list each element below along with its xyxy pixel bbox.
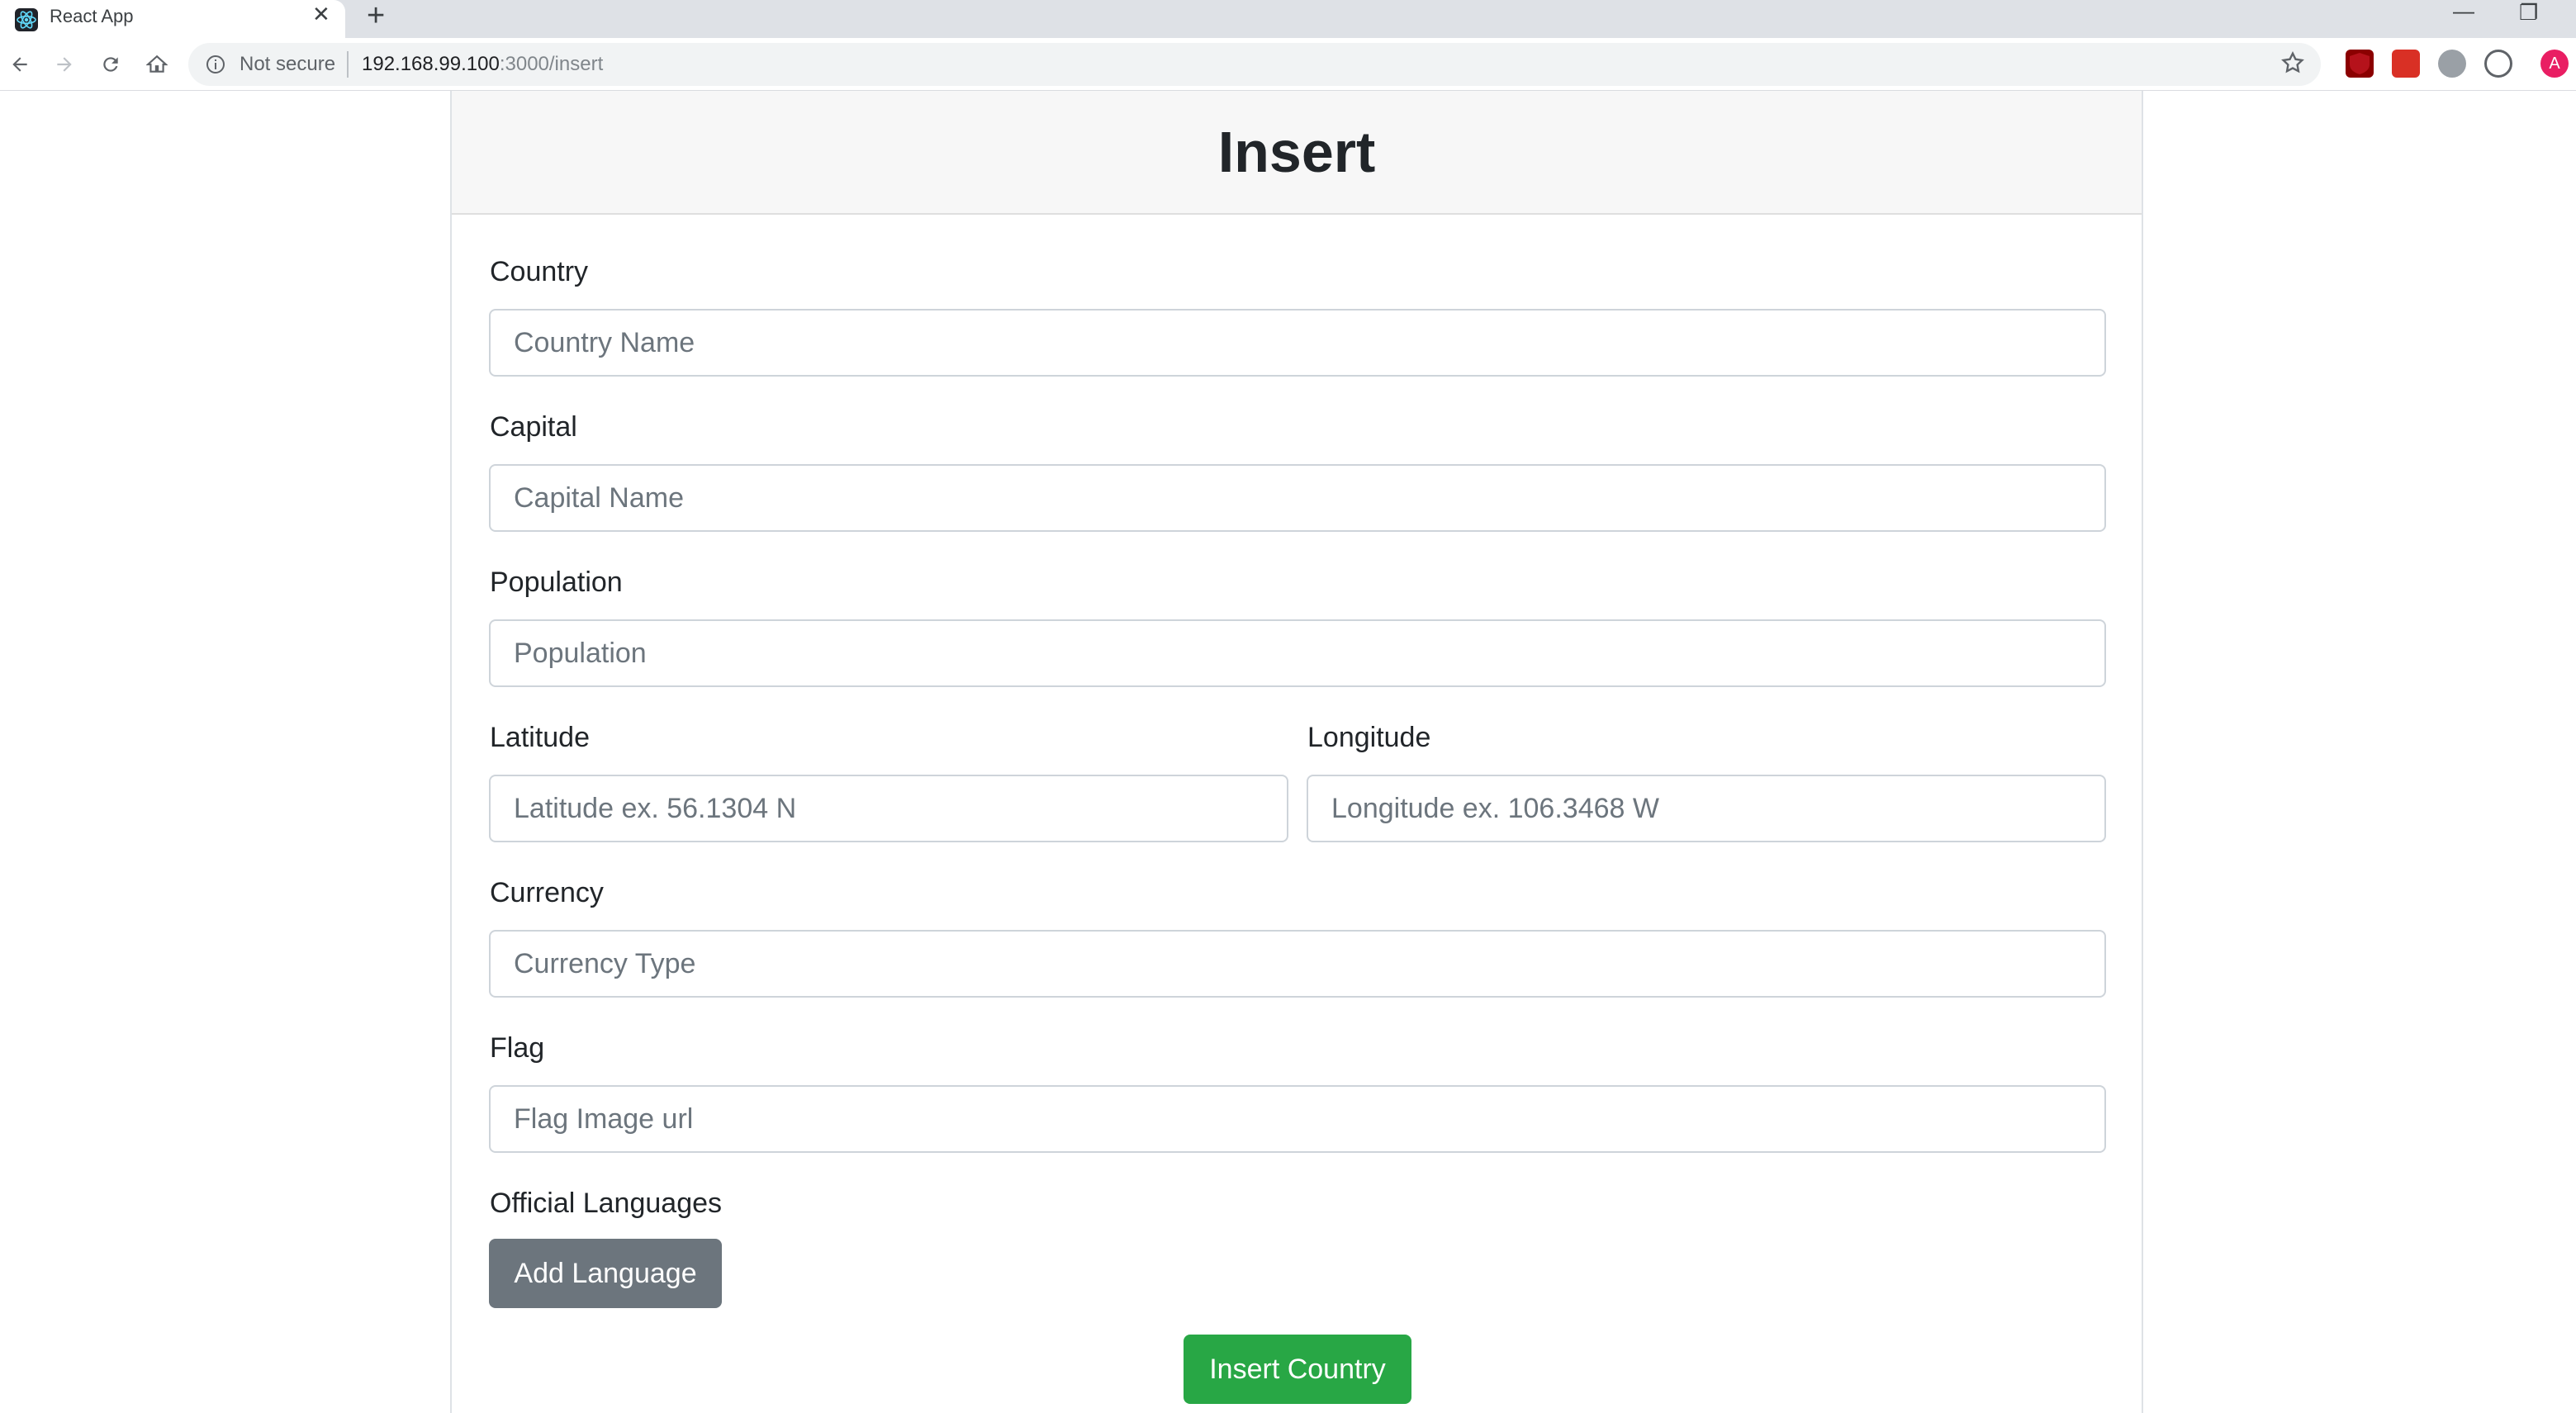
country-label: Country — [490, 256, 589, 287]
star-icon[interactable] — [2279, 50, 2309, 79]
ublock-extension-icon[interactable] — [2346, 50, 2374, 78]
forward-icon[interactable] — [46, 46, 83, 83]
population-input[interactable] — [489, 619, 2106, 687]
capital-input[interactable] — [489, 464, 2106, 532]
flag-label: Flag — [490, 1032, 545, 1064]
address-bar[interactable]: Not secure 192.168.99.100:3000/insert — [188, 43, 2321, 86]
back-icon[interactable] — [2, 46, 38, 83]
browser-toolbar: Not secure 192.168.99.100:3000/insert A — [0, 38, 2576, 91]
currency-label: Currency — [490, 877, 604, 908]
url-path: :3000/insert — [499, 53, 604, 75]
latitude-input[interactable] — [489, 775, 1288, 842]
tab-close-icon[interactable]: ✕ — [312, 3, 330, 25]
latitude-label: Latitude — [490, 722, 590, 753]
tab-title: React App — [50, 6, 134, 26]
extension-icon-red[interactable] — [2392, 50, 2420, 78]
longitude-label: Longitude — [1307, 722, 1431, 753]
minimize-button[interactable]: — — [2453, 0, 2474, 21]
url-host: 192.168.99.100 — [362, 53, 500, 75]
extension-icon-outline[interactable] — [2484, 50, 2512, 78]
country-input[interactable] — [489, 309, 2106, 377]
capital-label: Capital — [490, 411, 577, 443]
tab-strip: React App ✕ + — ❐ — [0, 0, 2576, 38]
restore-button[interactable]: ❐ — [2519, 2, 2538, 23]
security-label[interactable]: Not secure — [240, 53, 335, 76]
browser-tab[interactable]: React App ✕ — [0, 0, 345, 38]
page-title: Insert — [1217, 120, 1376, 184]
reload-icon[interactable] — [93, 46, 129, 83]
address-divider — [347, 51, 349, 78]
new-tab-button[interactable]: + — [367, 0, 385, 31]
home-icon[interactable] — [139, 46, 175, 83]
official-languages-label: Official Languages — [490, 1188, 723, 1219]
react-logo-icon — [15, 8, 38, 31]
flag-url-input[interactable] — [489, 1085, 2106, 1153]
insert-country-button[interactable]: Insert Country — [1184, 1335, 1411, 1404]
url-text[interactable]: 192.168.99.100:3000/insert — [362, 53, 603, 76]
profile-avatar[interactable]: A — [2540, 50, 2569, 78]
population-label: Population — [490, 567, 623, 598]
add-language-button[interactable]: Add Language — [489, 1239, 722, 1308]
info-icon[interactable] — [205, 54, 226, 75]
card-header: Insert — [452, 91, 2142, 215]
insert-card: Insert Country Capital Population Latitu… — [450, 91, 2143, 1413]
extension-icon-gray[interactable] — [2438, 50, 2466, 78]
currency-input[interactable] — [489, 930, 2106, 998]
longitude-input[interactable] — [1307, 775, 2106, 842]
